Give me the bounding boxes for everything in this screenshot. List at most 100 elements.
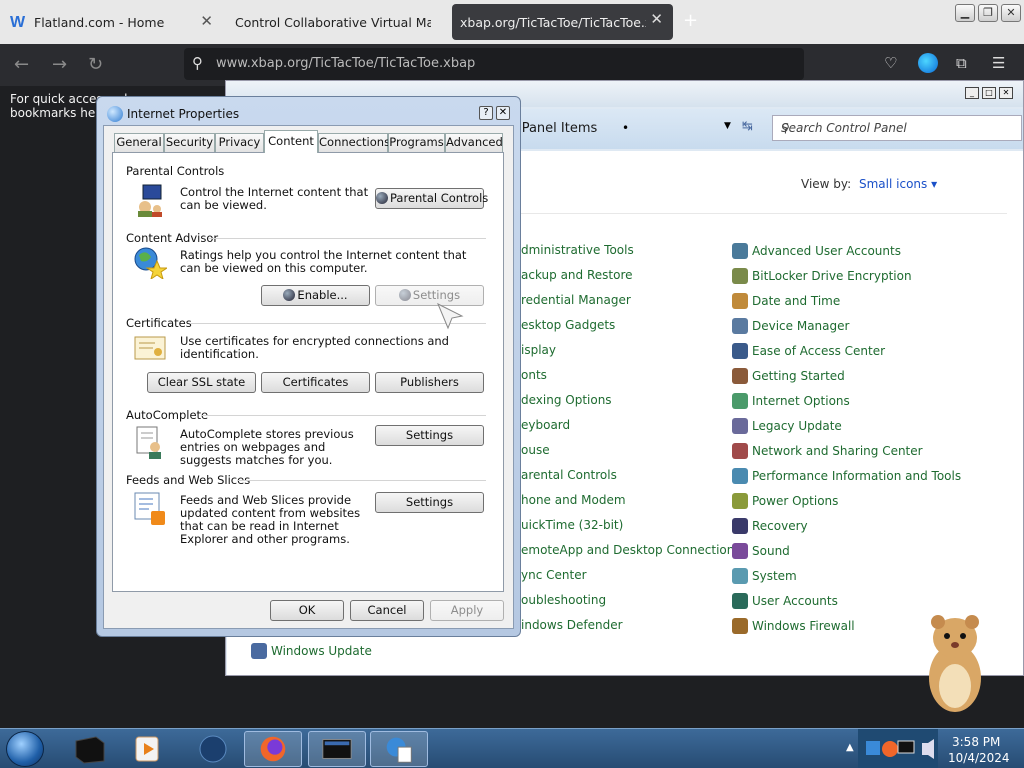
cp-item[interactable]: arental Controls [521, 468, 617, 482]
forward-arrow-icon[interactable]: → [52, 54, 67, 75]
cp-item[interactable]: Power Options [732, 493, 838, 509]
certificates-button[interactable]: Certificates [261, 372, 370, 393]
dialog-body: General Security Privacy Content Connect… [103, 125, 514, 629]
cp-item[interactable]: esktop Gadgets [521, 318, 615, 332]
cp-item[interactable]: onts [521, 368, 547, 382]
cp-item-icon [732, 318, 748, 334]
clock-date[interactable]: 10/4/2024 [948, 751, 1010, 765]
cp-item[interactable]: ouse [521, 443, 550, 457]
cp-item[interactable]: Recovery [732, 518, 808, 534]
cp-item[interactable]: ync Center [521, 568, 587, 582]
restore-icon[interactable]: ❐ [978, 4, 998, 22]
view-by-dropdown[interactable]: Small icons ▾ [859, 177, 937, 191]
clear-ssl-state-button[interactable]: Clear SSL state [147, 372, 256, 393]
tab-advanced[interactable]: Advanced [445, 133, 503, 152]
refresh-icon[interactable]: ↹ [742, 119, 753, 134]
taskbar-globe-icon[interactable] [184, 731, 242, 767]
autocomplete-settings-button[interactable]: Settings [375, 425, 484, 446]
cp-item[interactable]: Device Manager [732, 318, 849, 334]
cp-item[interactable]: User Accounts [732, 593, 838, 609]
start-button[interactable] [6, 731, 44, 767]
cp-item-label: ackup and Restore [521, 268, 633, 282]
cp-item[interactable]: System [732, 568, 797, 584]
cp-item[interactable]: ackup and Restore [521, 268, 633, 282]
tab-flatland[interactable]: W Flatland.com - Home ✕ [0, 0, 225, 44]
close-icon[interactable]: ✕ [496, 106, 510, 120]
tab-security[interactable]: Security [164, 133, 215, 152]
tab-content[interactable]: Content [264, 130, 318, 153]
tab-general[interactable]: General [114, 133, 164, 152]
cp-item[interactable]: dexing Options [521, 393, 612, 407]
cp-item[interactable]: Ease of Access Center [732, 343, 885, 359]
cp-minimize-icon[interactable]: _ [965, 87, 979, 99]
cp-item[interactable]: Sound [732, 543, 790, 559]
close-tab-icon[interactable]: ✕ [200, 12, 213, 30]
cp-item[interactable]: hone and Modem [521, 493, 626, 507]
cp-maximize-icon[interactable]: □ [982, 87, 996, 99]
help-icon[interactable]: ? [479, 106, 493, 120]
hamburger-menu-icon[interactable]: ☰ [992, 54, 1005, 72]
cp-close-icon[interactable]: ✕ [999, 87, 1013, 99]
content-advisor-settings-button[interactable]: Settings [375, 285, 484, 306]
cp-item[interactable]: oubleshooting [521, 593, 606, 607]
reload-icon[interactable]: ↻ [88, 54, 103, 75]
cp-item[interactable]: Performance Information and Tools [732, 468, 961, 484]
cp-item[interactable]: uickTime (32-bit) [521, 518, 623, 532]
tab-connections[interactable]: Connections [318, 133, 390, 152]
cancel-button[interactable]: Cancel [350, 600, 424, 621]
account-icon[interactable] [918, 53, 938, 73]
network-icon [866, 741, 880, 755]
cp-item[interactable]: emoteApp and Desktop Connections [521, 543, 741, 557]
cp-item[interactable]: Getting Started [732, 368, 845, 384]
tab-control-vm[interactable]: Control Collaborative Virtual Machine [225, 0, 447, 44]
content-tab-panel: Parental Controls Control the Internet c… [112, 152, 504, 592]
feeds-settings-button[interactable]: Settings [375, 492, 484, 513]
tab-privacy[interactable]: Privacy [215, 133, 264, 152]
cp-item-icon [732, 343, 748, 359]
cp-item[interactable]: Windows Update [251, 643, 372, 659]
back-arrow-icon[interactable]: ← [14, 54, 29, 75]
tab-programs[interactable]: Programs [388, 133, 445, 152]
enable-button-label: Enable... [297, 288, 348, 302]
cp-item[interactable]: dministrative Tools [521, 243, 634, 257]
cp-item[interactable]: isplay [521, 343, 556, 357]
minimize-icon[interactable]: ▁ [955, 4, 975, 22]
pocket-icon[interactable]: ♡ [884, 54, 897, 72]
cp-item[interactable]: Windows Firewall [732, 618, 855, 634]
taskbar-firefox-icon[interactable] [244, 731, 302, 767]
taskbar-console-icon[interactable] [308, 731, 366, 767]
url-text[interactable]: www.xbap.org/TicTacToe/TicTacToe.xbap [216, 56, 475, 71]
apply-button[interactable]: Apply [430, 600, 504, 621]
cp-item-label: Legacy Update [752, 419, 842, 433]
parental-controls-button[interactable]: Parental Controls [375, 188, 488, 209]
cp-item[interactable]: Network and Sharing Center [732, 443, 923, 459]
close-tab-icon[interactable]: ✕ [650, 10, 663, 28]
close-window-icon[interactable]: ✕ [1001, 4, 1021, 22]
chevron-down-icon[interactable]: ▼ [724, 121, 731, 131]
cp-item[interactable]: indows Defender [521, 618, 623, 632]
certificates-description: Use certificates for encrypted connectio… [180, 334, 449, 361]
clock-time[interactable]: 3:58 PM [952, 735, 1000, 749]
url-bar[interactable]: ⚲ www.xbap.org/TicTacToe/TicTacToe.xbap [184, 48, 804, 80]
new-tab-icon[interactable]: + [683, 10, 698, 31]
show-hidden-icons-icon[interactable]: ▲ [846, 742, 854, 753]
cp-item[interactable]: BitLocker Drive Encryption [732, 268, 912, 284]
cp-item[interactable]: redential Manager [521, 293, 631, 307]
taskbar-internet-options-icon[interactable] [370, 731, 428, 767]
cp-item[interactable]: Legacy Update [732, 418, 842, 434]
cp-item[interactable]: eyboard [521, 418, 570, 432]
publishers-button[interactable]: Publishers [375, 372, 484, 393]
ok-button[interactable]: OK [270, 600, 344, 621]
enable-button[interactable]: Enable... [261, 285, 370, 306]
tab-tictactoe[interactable]: xbap.org/TicTacToe/TicTacToe.xbap ✕ [452, 4, 673, 40]
search-icon[interactable]: ⚲ [781, 121, 790, 135]
cp-item[interactable]: Date and Time [732, 293, 840, 309]
cp-item-label: ync Center [521, 568, 587, 582]
search-icon: ⚲ [192, 54, 203, 72]
extensions-icon[interactable]: ⧉ [956, 54, 967, 72]
cp-item[interactable]: Advanced User Accounts [732, 243, 901, 259]
taskbar-app-box-icon[interactable] [60, 731, 118, 767]
taskbar-media-player-icon[interactable] [120, 731, 178, 767]
cp-item[interactable]: Internet Options [732, 393, 850, 409]
cp-search-input[interactable]: Search Control Panel ⚲ [772, 115, 1022, 141]
